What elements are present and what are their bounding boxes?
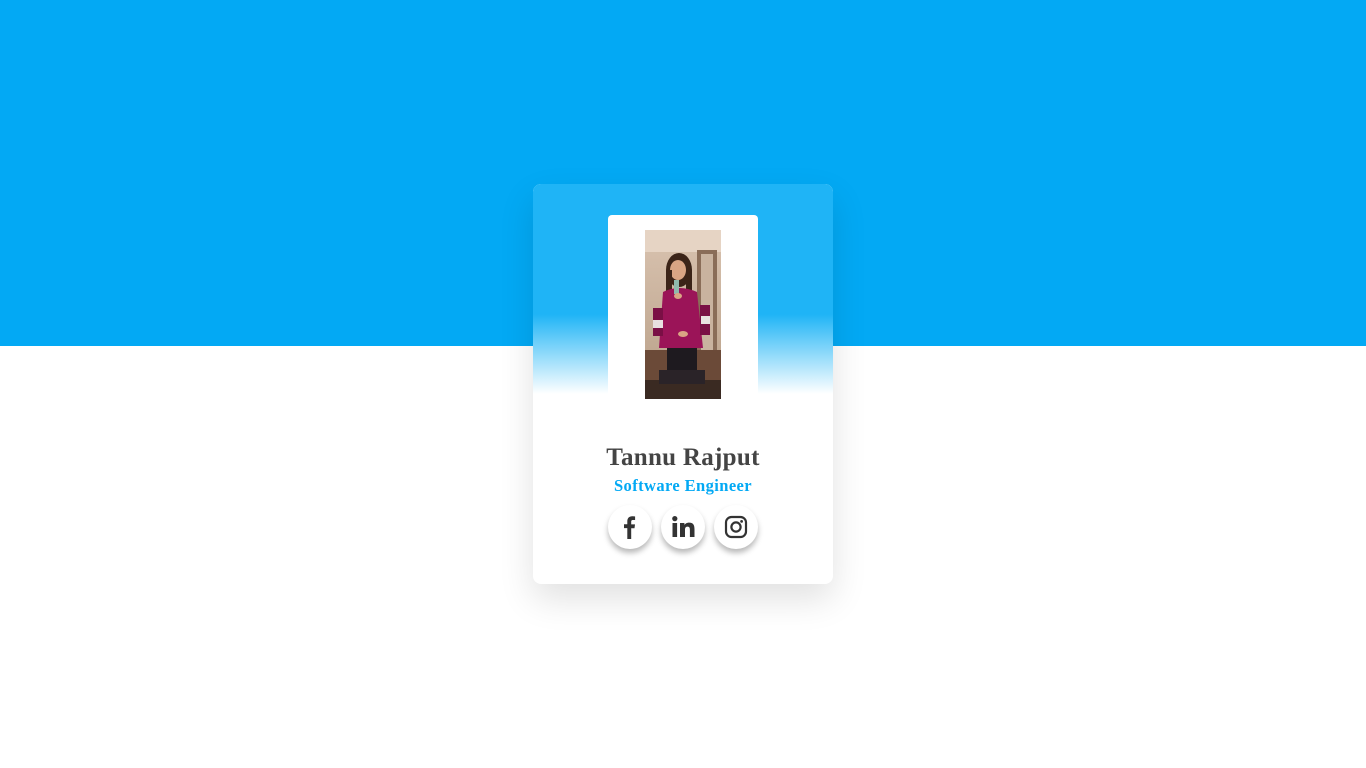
facebook-button[interactable] [608,505,652,549]
profile-photo [645,230,721,399]
social-links [608,505,758,551]
linkedin-icon [672,516,695,537]
instagram-icon [724,515,748,539]
profile-photo-illustration [645,230,721,399]
profile-name: Tannu Rajput [606,444,760,471]
photo-frame [608,215,758,400]
profile-card: Tannu Rajput Software Engineer [533,184,833,584]
instagram-button[interactable] [714,505,758,549]
linkedin-button[interactable] [661,505,705,549]
profile-title: Software Engineer [613,476,753,495]
facebook-icon [624,516,636,539]
